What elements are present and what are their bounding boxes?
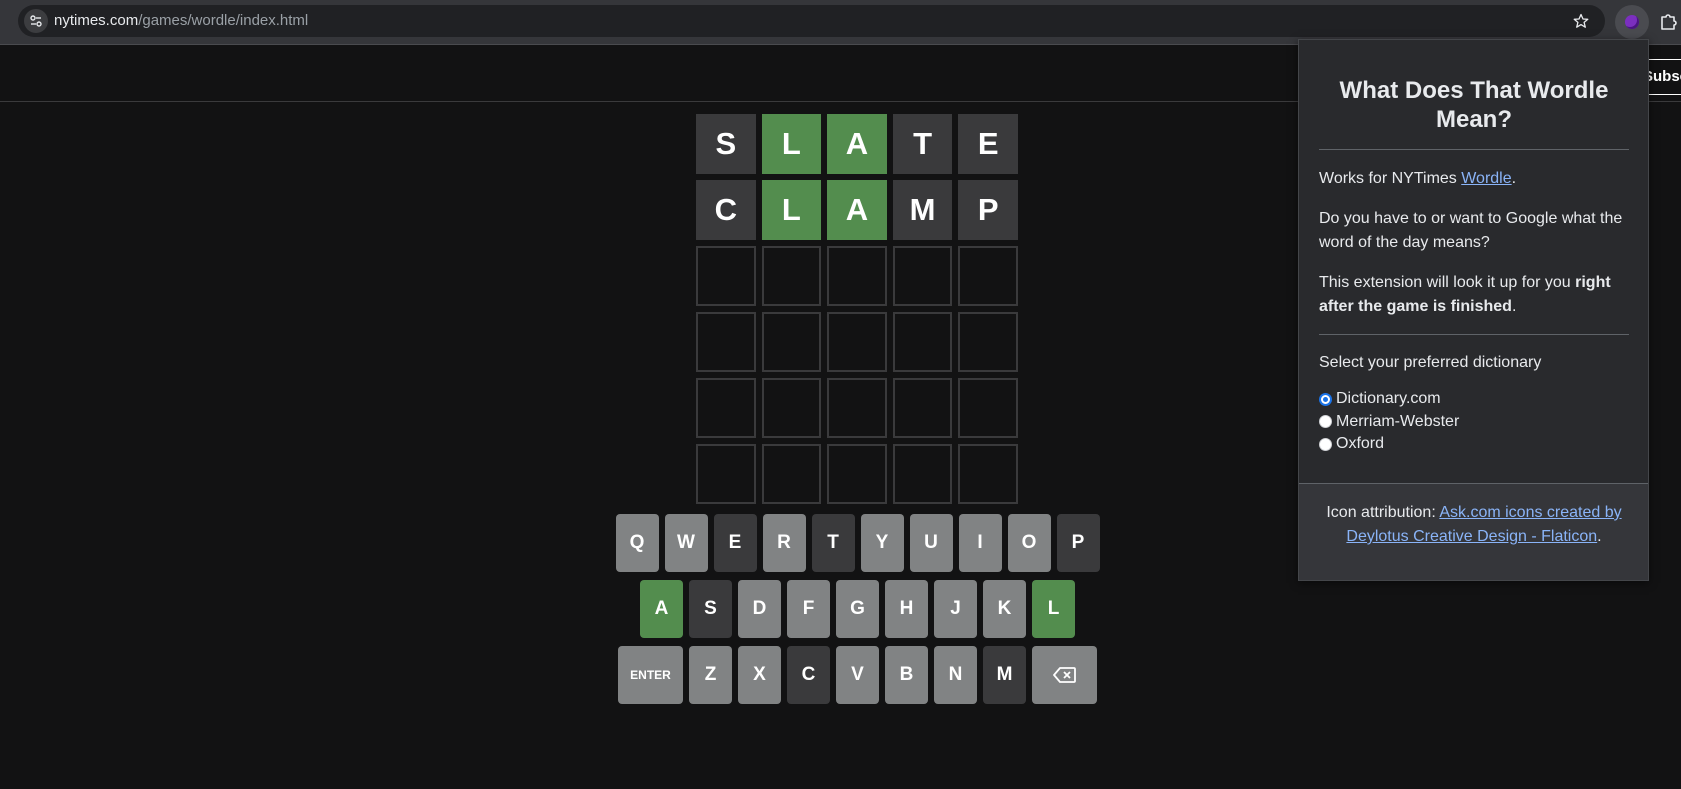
tile <box>958 378 1018 438</box>
backspace-key[interactable] <box>1032 646 1097 704</box>
board-row <box>696 378 1018 438</box>
key-m[interactable]: M <box>983 646 1026 704</box>
tile <box>696 246 756 306</box>
tile <box>827 246 887 306</box>
key-n[interactable]: N <box>934 646 977 704</box>
key-o[interactable]: O <box>1007 514 1051 572</box>
tile <box>761 312 822 372</box>
works-for-text: Works for NYTimes Wordle. <box>1319 170 1517 187</box>
address-bar[interactable]: nytimes.com/games/wordle/index.html <box>18 5 1605 37</box>
board-row: SLATE <box>696 114 1018 174</box>
extensions-puzzle-icon[interactable] <box>1658 10 1681 34</box>
tile <box>892 246 953 306</box>
radio-label: Dictionary.com <box>1336 390 1441 407</box>
keyboard-row: ASDFGHJKL <box>615 580 1100 638</box>
divider <box>1319 149 1629 150</box>
backspace-icon <box>1052 667 1076 683</box>
extension-icon[interactable] <box>1615 5 1649 39</box>
key-c[interactable]: C <box>787 646 830 704</box>
key-h[interactable]: H <box>885 580 928 638</box>
key-b[interactable]: B <box>885 646 928 704</box>
question-text: Do you have to or want to Google what th… <box>1319 210 1623 251</box>
lookup-text: This extension will look it up for you r… <box>1319 274 1611 315</box>
tile <box>827 378 887 438</box>
url-path: /games/wordle/index.html <box>138 12 309 29</box>
tile <box>696 312 756 372</box>
site-settings-icon[interactable] <box>24 9 48 33</box>
game-board: SLATECLAMP <box>696 114 1018 510</box>
tile <box>827 444 887 504</box>
key-f[interactable]: F <box>787 580 830 638</box>
tile <box>761 444 822 504</box>
select-dictionary-label: Select your preferred dictionary <box>1319 354 1542 371</box>
popup-title: What Does That Wordle Mean? <box>1339 77 1609 133</box>
key-g[interactable]: G <box>836 580 879 638</box>
key-q[interactable]: Q <box>615 514 659 572</box>
key-k[interactable]: K <box>983 580 1026 638</box>
key-e[interactable]: E <box>713 514 757 572</box>
dictionary-option[interactable]: Merriam-Webster <box>1319 410 1459 434</box>
bookmark-star-icon[interactable] <box>1571 11 1591 31</box>
extension-popup: What Does That Wordle Mean? Works for NY… <box>1298 39 1649 581</box>
tile <box>827 312 887 372</box>
url-domain: nytimes.com <box>54 12 139 29</box>
tile <box>761 378 822 438</box>
radio-button[interactable] <box>1319 392 1332 406</box>
key-r[interactable]: R <box>762 514 806 572</box>
tile: A <box>827 180 887 240</box>
radio-button[interactable] <box>1319 437 1332 451</box>
tile <box>696 378 756 438</box>
key-u[interactable]: U <box>909 514 953 572</box>
key-y[interactable]: Y <box>860 514 904 572</box>
key-i[interactable]: I <box>958 514 1002 572</box>
tile: C <box>696 180 756 240</box>
radio-button[interactable] <box>1319 415 1332 428</box>
popup-footer: Icon attribution: Ask.com icons created … <box>1299 483 1648 580</box>
tile <box>761 246 822 306</box>
key-s[interactable]: S <box>689 580 732 638</box>
tile: M <box>892 180 953 240</box>
divider <box>1319 334 1629 335</box>
key-d[interactable]: D <box>738 580 781 638</box>
url-text: nytimes.com/games/wordle/index.html <box>54 12 308 29</box>
dictionary-option[interactable]: Dictionary.com <box>1319 387 1441 411</box>
tile <box>958 246 1018 306</box>
key-t[interactable]: T <box>811 514 855 572</box>
key-w[interactable]: W <box>664 514 708 572</box>
dictionary-option[interactable]: Oxford <box>1319 432 1384 456</box>
key-v[interactable]: V <box>836 646 879 704</box>
tile <box>696 444 756 504</box>
on-screen-keyboard: Q W E R T Y U I O P A S D F G H J K L ENTER Z X C V B N M <box>615 514 1100 712</box>
board-row <box>696 246 1018 306</box>
key-x[interactable]: X <box>738 646 781 704</box>
key-z[interactable]: Z <box>689 646 732 704</box>
tile <box>958 444 1018 504</box>
board-row: CLAMP <box>696 180 1018 240</box>
radio-label: Merriam-Webster <box>1336 412 1460 430</box>
tile: L <box>761 114 822 174</box>
keyboard-row: QWERTYUIOP <box>615 514 1100 572</box>
wordle-link[interactable]: Wordle <box>1461 170 1511 187</box>
key-a[interactable]: A <box>640 580 683 638</box>
key-l[interactable]: L <box>1032 580 1075 638</box>
keyboard-row: ENTER Z X C V B N M <box>615 646 1100 704</box>
tile: P <box>958 180 1018 240</box>
tile <box>892 312 953 372</box>
tile: T <box>892 114 953 174</box>
board-row <box>696 444 1018 504</box>
tile: A <box>827 114 887 174</box>
key-j[interactable]: J <box>934 580 977 638</box>
icon-attribution: Icon attribution: Ask.com icons created … <box>1326 504 1622 545</box>
tile: E <box>958 114 1018 174</box>
tile <box>892 444 953 504</box>
tile <box>958 312 1018 372</box>
tile: L <box>761 180 822 240</box>
key-p[interactable]: P <box>1056 514 1100 572</box>
tile: S <box>696 114 756 174</box>
enter-key[interactable]: ENTER <box>618 646 683 704</box>
board-row <box>696 312 1018 372</box>
tile <box>892 378 953 438</box>
radio-label: Oxford <box>1336 435 1385 452</box>
